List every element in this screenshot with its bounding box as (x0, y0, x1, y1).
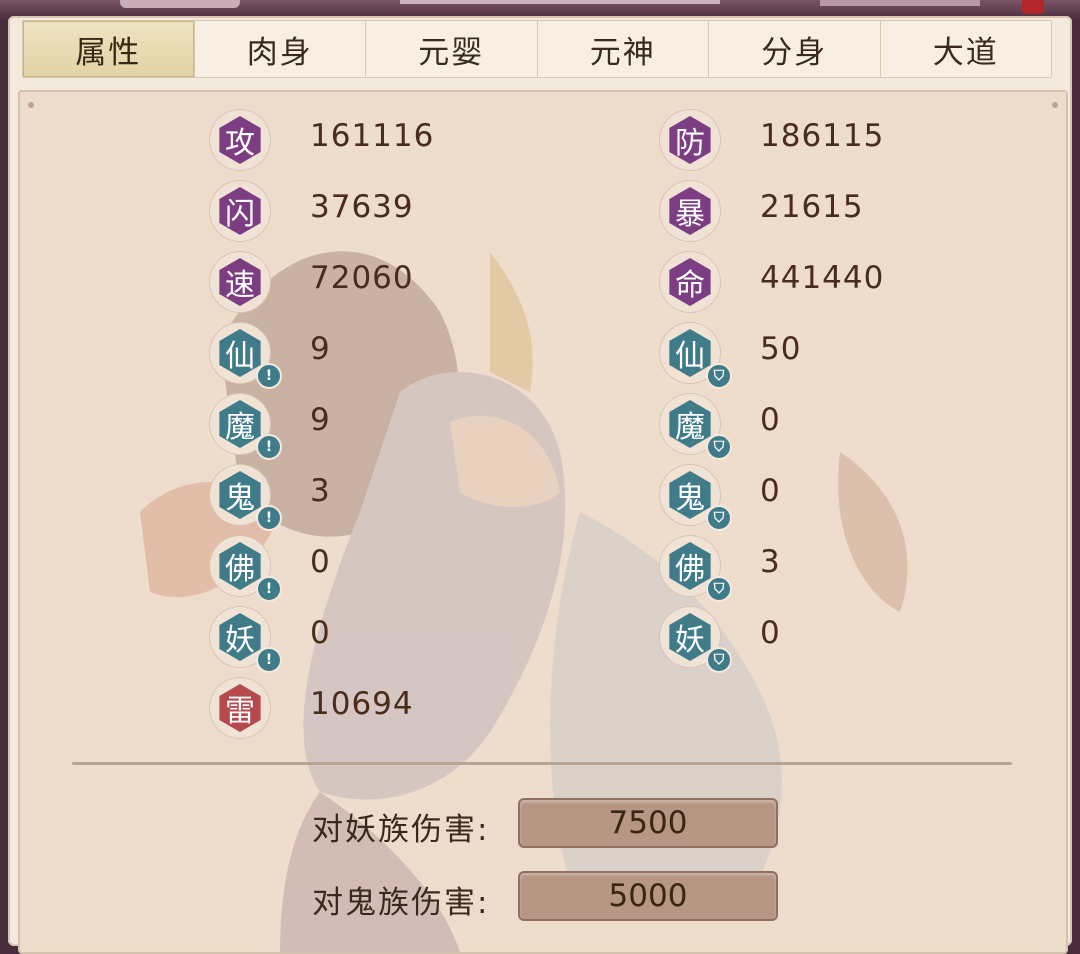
shield-icon: ⛉ (706, 434, 732, 460)
damage-label: 对妖族伤害: (312, 812, 490, 848)
attack-icon: 攻 (210, 110, 270, 170)
stat-row: 仙 ⛉ 50 (660, 323, 960, 389)
top-decoration (400, 0, 720, 4)
exclamation-icon: ! (256, 576, 282, 602)
stat-row: 魔 ⛉ 0 (660, 394, 960, 460)
dodge-icon: 闪 (210, 181, 270, 241)
stat-value: 161116 (310, 118, 435, 154)
exclamation-icon: ! (256, 505, 282, 531)
shield-icon: ⛉ (706, 505, 732, 531)
stat-value: 10694 (310, 686, 414, 722)
tab-primordial-spirit[interactable]: 元神 (538, 21, 709, 77)
stat-value: 9 (310, 402, 331, 438)
top-decoration (120, 0, 240, 8)
stat-row: 暴 21615 (660, 181, 960, 241)
tab-nascent-soul[interactable]: 元婴 (366, 21, 538, 77)
stat-glyph: 闪 (219, 187, 261, 235)
stat-value: 37639 (310, 189, 414, 225)
stat-row: 鬼 ⛉ 0 (660, 465, 960, 531)
rivet (28, 102, 34, 108)
tab-body[interactable]: 肉身 (195, 21, 366, 77)
stat-value: 0 (760, 402, 781, 438)
shield-icon: ⛉ (706, 647, 732, 673)
stat-glyph: 暴 (669, 187, 711, 235)
tab-great-dao[interactable]: 大道 (881, 21, 1052, 77)
shield-icon: ⛉ (706, 363, 732, 389)
stat-glyph: 攻 (219, 116, 261, 164)
stat-row: 佛 ⛉ 3 (660, 536, 960, 602)
exclamation-icon: ! (256, 363, 282, 389)
stat-row: 佛 ! 0 (210, 536, 510, 602)
stat-row: 妖 ⛉ 0 (660, 607, 960, 673)
tab-clone[interactable]: 分身 (709, 21, 881, 77)
damage-value-box: 5000 (518, 871, 778, 921)
stat-row: 妖 ! 0 (210, 607, 510, 673)
stat-value: 50 (760, 331, 802, 367)
stat-value: 0 (310, 544, 331, 580)
damage-label: 对鬼族伤害: (312, 885, 490, 921)
stat-row: 速 72060 (210, 252, 510, 312)
stat-row: 仙 ! 9 (210, 323, 510, 389)
stat-row: 防 186115 (660, 110, 960, 170)
stat-glyph: 雷 (219, 684, 261, 732)
rivet (1052, 102, 1058, 108)
stat-glyph: 命 (669, 258, 711, 306)
stat-row: 魔 ! 9 (210, 394, 510, 460)
stat-value: 3 (760, 544, 781, 580)
stat-value: 186115 (760, 118, 885, 154)
stat-glyph: 防 (669, 116, 711, 164)
stat-row: 命 441440 (660, 252, 960, 312)
stat-value: 72060 (310, 260, 414, 296)
stat-row: 攻 161116 (210, 110, 510, 170)
tab-attributes[interactable]: 属性 (23, 21, 195, 77)
thunder-icon: 雷 (210, 678, 270, 738)
stat-value: 0 (760, 615, 781, 651)
speed-icon: 速 (210, 252, 270, 312)
top-decoration (820, 0, 980, 6)
stat-row: 闪 37639 (210, 181, 510, 241)
stat-row: 雷 10694 (210, 678, 510, 738)
stat-value: 21615 (760, 189, 864, 225)
exclamation-icon: ! (256, 647, 282, 673)
critical-icon: 暴 (660, 181, 720, 241)
stat-glyph: 速 (219, 258, 261, 306)
exclamation-icon: ! (256, 434, 282, 460)
top-decoration (1022, 0, 1044, 14)
damage-value-box: 7500 (518, 798, 778, 848)
attributes-panel: 攻 161116 闪 37639 速 72060 仙 ! 9 魔 ! 9 鬼 !… (18, 90, 1068, 954)
stat-value: 0 (760, 473, 781, 509)
stat-value: 9 (310, 331, 331, 367)
health-icon: 命 (660, 252, 720, 312)
stat-row: 鬼 ! 3 (210, 465, 510, 531)
stat-value: 441440 (760, 260, 885, 296)
tab-bar: 属性 肉身 元婴 元神 分身 大道 (22, 20, 1052, 78)
section-divider (72, 762, 1012, 765)
defense-icon: 防 (660, 110, 720, 170)
stat-value: 0 (310, 615, 331, 651)
stat-value: 3 (310, 473, 331, 509)
shield-icon: ⛉ (706, 576, 732, 602)
